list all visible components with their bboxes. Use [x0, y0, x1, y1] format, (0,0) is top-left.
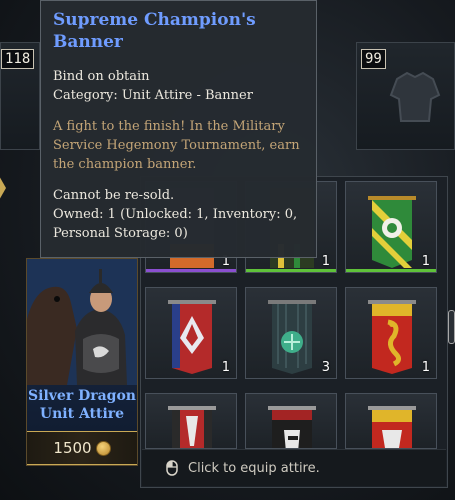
rarity-bar [146, 269, 236, 272]
banner-icon [368, 406, 416, 448]
tooltip-category: Category: Unit Attire - Banner [53, 88, 253, 103]
character-card[interactable]: Silver Dragon Unit Attire 1500 [26, 258, 138, 466]
banner-icon [168, 406, 216, 448]
inventory-tile[interactable] [145, 393, 237, 449]
item-quantity: 1 [421, 254, 430, 269]
mouse-left-click-icon [166, 460, 178, 476]
equipment-slot-left[interactable]: 118 [0, 42, 40, 150]
character-name-line1: Silver Dragon [28, 388, 136, 404]
price-bar[interactable]: 1500 [27, 431, 137, 465]
tooltip-resale: Cannot be re-sold. [53, 188, 175, 203]
armor-icon [389, 71, 441, 122]
item-quantity: 3 [321, 360, 330, 375]
item-quantity: 1 [421, 360, 430, 375]
banner-icon [268, 300, 316, 374]
tooltip-flavor-line: Service Hegemony Tournament, earn [53, 138, 300, 153]
tooltip-bind: Bind on obtain [53, 69, 150, 84]
banner-icon [368, 196, 416, 268]
rarity-bar [346, 269, 436, 272]
tooltip-owned: Owned: 1 (Unlocked: 1, Inventory: 0, [53, 207, 298, 222]
inventory-tile[interactable]: 1 [345, 181, 437, 273]
inventory-tile[interactable]: 1 [345, 287, 437, 379]
price-chevron-icon [0, 174, 6, 202]
character-name-line2: Unit Attire [39, 406, 125, 422]
inventory-tile[interactable]: 1 [145, 287, 237, 379]
banner-icon [168, 300, 216, 374]
inventory-tile[interactable] [245, 393, 337, 449]
equip-hint-footer: Click to equip attire. [142, 449, 446, 486]
inventory-tile[interactable]: 3 [245, 287, 337, 379]
inventory-tile[interactable] [345, 393, 437, 449]
banner-icon [268, 406, 316, 448]
scrollbar-handle[interactable] [448, 310, 455, 344]
slot-count: 118 [1, 49, 35, 69]
rarity-bar [246, 269, 336, 272]
tooltip-owned: Personal Storage: 0) [53, 226, 188, 241]
equipment-slot-right[interactable]: 99 [356, 42, 455, 150]
coin-icon [95, 440, 111, 456]
item-tooltip: Supreme Champion's Banner Bind on obtain… [40, 0, 317, 258]
item-quantity: 1 [321, 254, 330, 269]
character-portrait [27, 259, 137, 385]
equip-hint-text: Click to equip attire. [188, 460, 320, 476]
tooltip-title: Supreme Champion's Banner [53, 10, 256, 52]
banner-icon [368, 300, 416, 374]
item-quantity: 1 [221, 360, 230, 375]
tooltip-flavor-line: the champion banner. [53, 157, 197, 172]
character-name: Silver Dragon Unit Attire [27, 387, 137, 423]
price-value: 1500 [53, 439, 92, 457]
tooltip-flavor-line: A fight to the finish! In the Military [53, 119, 285, 134]
